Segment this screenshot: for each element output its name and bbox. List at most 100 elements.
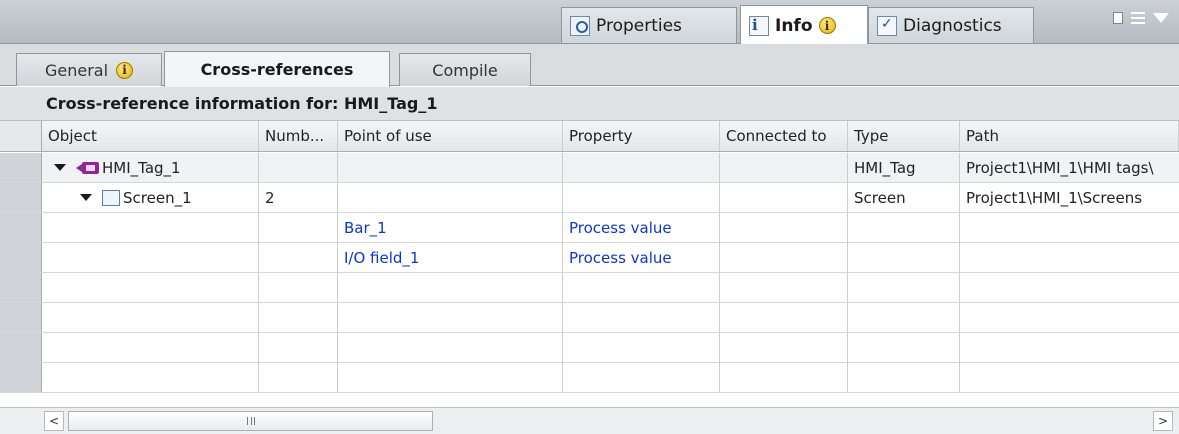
row-header[interactable] xyxy=(0,213,42,242)
tab-general-label: General xyxy=(44,60,109,80)
diagnostics-icon: ✓ xyxy=(877,15,897,36)
point-of-use-cell xyxy=(338,153,563,182)
property-link[interactable]: Process value xyxy=(563,213,720,242)
empty-cell xyxy=(42,303,259,332)
scrollbar-thumb[interactable] xyxy=(68,411,433,431)
path-cell: Project1\HMI_1\Screens xyxy=(966,188,1143,207)
tab-general[interactable]: General i xyxy=(16,53,162,86)
type-cell xyxy=(848,243,960,272)
column-header-object[interactable]: Object xyxy=(42,121,259,151)
column-header-path[interactable]: Path xyxy=(960,121,1179,151)
window-controls xyxy=(1113,12,1169,24)
empty-cell xyxy=(720,303,848,332)
table-row[interactable]: I/O field_1 Process value xyxy=(0,243,1179,273)
number-cell xyxy=(259,213,338,242)
empty-cell xyxy=(338,333,563,362)
tab-properties-label: Properties xyxy=(596,15,682,36)
object-cell[interactable]: HMI_Tag_1 xyxy=(42,153,259,182)
number-cell xyxy=(259,153,338,182)
row-header xyxy=(0,303,42,332)
object-cell[interactable]: Screen_1 xyxy=(42,183,259,212)
empty-cell xyxy=(42,363,259,392)
expand-arrow-icon[interactable] xyxy=(54,164,66,171)
inspector-tab-bar: Properties i Info i ✓ Diagnostics xyxy=(0,0,1179,45)
chevron-down-icon[interactable] xyxy=(1153,13,1169,23)
row-header[interactable] xyxy=(0,153,42,182)
empty-cell xyxy=(259,303,338,332)
column-header-number[interactable]: Numb... xyxy=(259,121,338,151)
empty-cell xyxy=(563,333,720,362)
empty-cell xyxy=(720,333,848,362)
empty-cell xyxy=(338,303,563,332)
point-of-use-cell xyxy=(338,183,563,212)
float-window-icon[interactable] xyxy=(1113,12,1123,24)
tab-properties[interactable]: Properties xyxy=(561,7,737,43)
row-header-corner xyxy=(0,121,42,151)
row-header xyxy=(0,273,42,302)
type-cell: Screen xyxy=(848,183,960,212)
empty-cell xyxy=(338,363,563,392)
path-cell xyxy=(960,213,1179,242)
empty-cell xyxy=(848,333,960,362)
property-cell xyxy=(563,183,720,212)
empty-table-row xyxy=(0,333,1179,363)
column-header-type[interactable]: Type xyxy=(848,121,960,151)
point-of-use-link[interactable]: Bar_1 xyxy=(338,213,563,242)
row-header xyxy=(0,333,42,362)
property-cell xyxy=(563,153,720,182)
tab-info-label: Info xyxy=(775,15,813,36)
table-row[interactable]: HMI_Tag_1 HMI_Tag Project1\HMI_1\HMI tag… xyxy=(0,153,1179,183)
tab-diagnostics[interactable]: ✓ Diagnostics xyxy=(868,7,1034,43)
path-cell: Project1\HMI_1\HMI tags\ xyxy=(966,158,1154,177)
cross-reference-title: Cross-reference information for: HMI_Tag… xyxy=(46,94,438,113)
scroll-left-button[interactable]: < xyxy=(44,411,64,431)
property-link[interactable]: Process value xyxy=(563,243,720,272)
scroll-right-button[interactable]: > xyxy=(1153,411,1173,431)
row-header[interactable] xyxy=(0,243,42,272)
column-header-property[interactable]: Property xyxy=(563,121,720,151)
grip-icon xyxy=(246,417,255,425)
info-badge-icon: i xyxy=(818,17,836,34)
empty-cell xyxy=(259,333,338,362)
empty-table-row xyxy=(0,273,1179,303)
object-cell xyxy=(42,243,259,272)
horizontal-scrollbar[interactable]: < > xyxy=(0,407,1179,434)
empty-cell xyxy=(720,363,848,392)
empty-cell xyxy=(563,363,720,392)
row-header[interactable] xyxy=(0,183,42,212)
sub-tab-bar: General i Cross-references Compile xyxy=(0,44,1179,87)
point-of-use-link[interactable]: I/O field_1 xyxy=(338,243,563,272)
path-cell xyxy=(960,243,1179,272)
expand-arrow-icon[interactable] xyxy=(80,194,92,201)
row-header xyxy=(0,363,42,392)
type-cell: HMI_Tag xyxy=(848,153,960,182)
hmi-tag-icon xyxy=(76,161,99,174)
table-row[interactable]: Bar_1 Process value xyxy=(0,213,1179,243)
tab-cross-references[interactable]: Cross-references xyxy=(164,51,390,87)
object-name: Screen_1 xyxy=(123,188,192,207)
tab-diagnostics-label: Diagnostics xyxy=(903,15,1002,36)
empty-cell xyxy=(563,303,720,332)
connected-to-cell xyxy=(720,153,848,182)
info-icon: i xyxy=(749,15,769,36)
object-name: HMI_Tag_1 xyxy=(102,158,181,177)
connected-to-cell xyxy=(720,213,848,242)
tab-info[interactable]: i Info i xyxy=(740,5,868,45)
empty-cell xyxy=(42,273,259,302)
empty-cell xyxy=(848,363,960,392)
connected-to-cell xyxy=(720,243,848,272)
empty-cell xyxy=(848,303,960,332)
tab-compile-label: Compile xyxy=(432,60,498,80)
list-menu-icon[interactable] xyxy=(1131,12,1145,24)
number-cell: 2 xyxy=(259,183,338,212)
empty-table-row xyxy=(0,363,1179,393)
column-header-connected-to[interactable]: Connected to xyxy=(720,121,848,151)
empty-cell xyxy=(720,273,848,302)
column-header-point-of-use[interactable]: Point of use xyxy=(338,121,563,151)
screen-icon xyxy=(102,189,120,206)
empty-cell xyxy=(42,333,259,362)
empty-cell xyxy=(338,273,563,302)
table-row[interactable]: Screen_1 2 Screen Project1\HMI_1\Screens xyxy=(0,183,1179,213)
tab-compile[interactable]: Compile xyxy=(399,53,531,86)
empty-table-row xyxy=(0,303,1179,333)
